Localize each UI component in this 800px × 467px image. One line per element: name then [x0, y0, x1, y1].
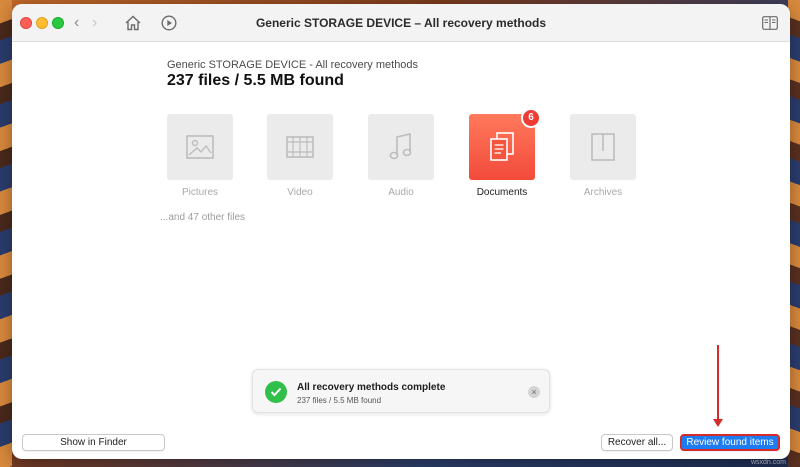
archive-icon — [591, 133, 615, 161]
desktop: { "window": { "title": "Generic STORAGE … — [0, 0, 800, 467]
completion-toast: All recovery methods complete 237 files … — [252, 369, 550, 413]
category-tile[interactable] — [167, 114, 233, 180]
count-badge: 6 — [521, 108, 541, 128]
review-found-items-button[interactable]: Review found items — [680, 434, 780, 451]
category-archives[interactable]: Archives — [570, 114, 636, 198]
category-tile[interactable]: 6 — [469, 108, 541, 180]
show-in-finder-button[interactable]: Show in Finder — [22, 434, 165, 451]
close-icon[interactable]: × — [528, 386, 540, 398]
app-window: ‹ › Generic STORAGE DEVICE – All recover… — [12, 4, 790, 459]
checkmark-icon — [265, 381, 287, 403]
category-label: Archives — [583, 187, 623, 198]
wallpaper-left — [0, 0, 12, 467]
film-icon — [286, 136, 314, 158]
recover-all-button[interactable]: Recover all... — [601, 434, 673, 451]
music-note-icon — [389, 133, 412, 160]
category-tile[interactable] — [570, 114, 636, 180]
category-pictures[interactable]: Pictures — [167, 114, 233, 198]
device-title: Generic STORAGE DEVICE - All recovery me… — [167, 59, 419, 71]
category-tile[interactable] — [368, 114, 434, 180]
watermark: wsxdn.com — [750, 459, 786, 466]
found-summary: 237 files / 5.5 MB found — [167, 72, 344, 89]
toast-title: All recovery methods complete — [297, 382, 446, 393]
sidebar-toggle-icon[interactable] — [762, 16, 778, 30]
title-bar: ‹ › Generic STORAGE DEVICE – All recover… — [12, 4, 790, 42]
annotation-arrow-head — [713, 419, 723, 427]
picture-icon — [186, 135, 214, 159]
documents-icon — [490, 132, 514, 161]
category-video[interactable]: Video — [267, 114, 333, 198]
category-documents[interactable]: 6 Documents — [469, 108, 541, 198]
category-tile[interactable] — [267, 114, 333, 180]
window-title: Generic STORAGE DEVICE – All recovery me… — [255, 16, 547, 30]
annotation-arrow — [717, 345, 719, 421]
category-audio[interactable]: Audio — [368, 114, 434, 198]
toast-subtitle: 237 files / 5.5 MB found — [297, 396, 382, 405]
other-files-link[interactable]: ...and 47 other files — [160, 212, 245, 223]
